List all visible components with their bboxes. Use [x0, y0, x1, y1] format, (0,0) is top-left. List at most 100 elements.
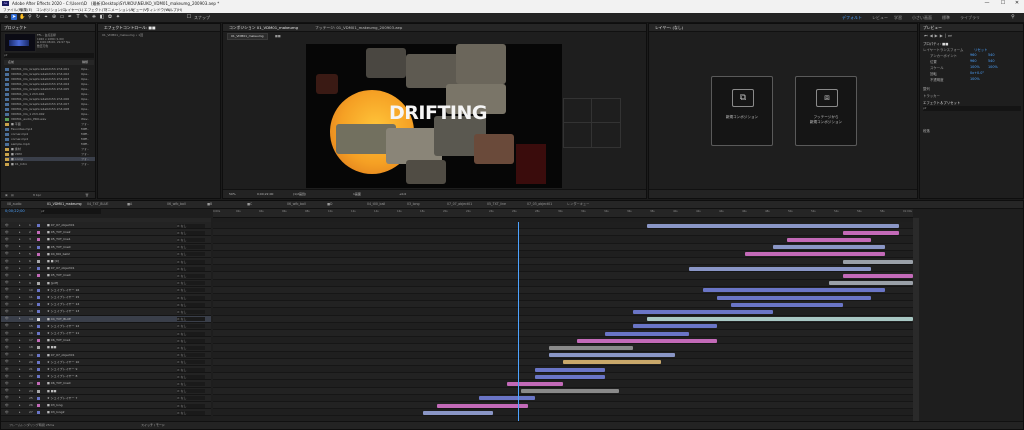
timeline-layer-row[interactable]: 👁 ▸ 19 ■ 07_07_object01 ⊘ なし [1, 351, 211, 359]
tab-timeline-comp[interactable]: ■C [247, 202, 252, 207]
timeline-layer-row[interactable]: 👁 ▸ 23 ■ 06_TXT_line0 ⊘ なし [1, 380, 211, 388]
visibility-eye-icon[interactable]: 👁 [5, 259, 9, 263]
expand-twirl-icon[interactable]: ▸ [19, 244, 21, 248]
parent-link-dropdown[interactable]: ⊘ なし [177, 338, 205, 343]
snap-label[interactable]: スナップ [194, 15, 210, 21]
timeline-search-input[interactable]: ρ▾ [41, 209, 101, 214]
expand-twirl-icon[interactable]: ▸ [19, 302, 21, 306]
layer-name[interactable]: ■ 05_TXT_line2 [47, 229, 71, 236]
expand-twirl-icon[interactable]: ▸ [19, 359, 21, 363]
parent-link-dropdown[interactable]: ⊘ なし [177, 345, 205, 350]
playback-controls[interactable]: ⏮◀▶▶|⏭ [924, 33, 954, 38]
visibility-eye-icon[interactable]: 👁 [5, 338, 9, 342]
expand-twirl-icon[interactable]: ▸ [19, 280, 21, 284]
tab-timeline-comp[interactable]: 04_t00_ball [367, 202, 385, 207]
search-help-icon[interactable]: ⚲ [1010, 14, 1016, 20]
expand-twirl-icon[interactable]: ▸ [19, 381, 21, 385]
label-color-swatch[interactable] [37, 375, 40, 379]
project-item[interactable]: VDM01_CG_Graphics4a0215h 2h3-002 Ope.. [5, 72, 95, 76]
parent-link-dropdown[interactable]: ⊘ なし [177, 353, 205, 358]
timeline-layer-row[interactable]: 👁 ▸ 13 ★ シェイプレイヤー 13 ⊘ なし [1, 308, 211, 316]
visibility-eye-icon[interactable]: 👁 [5, 280, 9, 284]
expand-twirl-icon[interactable]: ▸ [19, 273, 21, 277]
label-color-swatch[interactable] [37, 346, 40, 350]
parent-link-dropdown[interactable]: ⊘ なし [177, 367, 205, 372]
workspace-standard[interactable]: 標準 [942, 15, 950, 21]
tab-timeline-comp[interactable]: ■A [127, 202, 132, 207]
timeline-layer-row[interactable]: 👁 ▸ 27 ■ 03_long2 ⊘ なし [1, 409, 211, 417]
label-color-swatch[interactable] [37, 360, 40, 364]
parent-link-dropdown[interactable]: ⊘ なし [177, 288, 205, 293]
parent-link-dropdown[interactable]: ⊘ なし [177, 410, 205, 415]
parent-link-dropdown[interactable]: ⊘ なし [177, 324, 205, 329]
layer-duration-bar[interactable] [689, 266, 871, 271]
label-color-swatch[interactable] [37, 296, 40, 300]
hand-tool-icon[interactable]: ✋ [19, 14, 25, 20]
visibility-eye-icon[interactable]: 👁 [5, 223, 9, 227]
close-button[interactable]: ✕ [1010, 0, 1024, 7]
workspace-review[interactable]: レビュー [872, 15, 888, 21]
project-item[interactable]: corner.mp4 MPE.. [5, 137, 95, 141]
label-color-swatch[interactable] [37, 368, 40, 372]
parent-link-dropdown[interactable]: ⊘ なし [177, 245, 205, 250]
expand-twirl-icon[interactable]: ▸ [19, 230, 21, 234]
property-value[interactable]: 100% [970, 65, 980, 69]
home-icon[interactable]: ⌂ [3, 14, 9, 20]
tab-composition[interactable]: コンポジション 01_VDM01_makeumg [229, 25, 298, 31]
type-tool-icon[interactable]: T [75, 14, 81, 20]
timeline-layer-row[interactable]: 👁 ▸ 25 ★ シェイプレイヤー 7 ⊘ なし [1, 394, 211, 402]
timeline-layer-row[interactable]: 👁 ▸ 4 ■ 05_TXT_line0 ⊘ なし [1, 243, 211, 251]
puppet-tool-icon[interactable]: ✦ [115, 14, 121, 20]
parent-link-dropdown[interactable]: ⊘ なし [177, 281, 205, 286]
layer-duration-bar[interactable] [773, 245, 885, 250]
tab-tracker[interactable]: トラッカー [923, 93, 940, 98]
label-color-swatch[interactable] [37, 252, 40, 256]
layer-duration-bar[interactable] [535, 367, 605, 372]
tab-timeline-comp[interactable]: 04_TXT_BLUE [87, 202, 108, 207]
layer-name[interactable]: ■ 05_TXT_line0 [47, 244, 71, 251]
property-value[interactable]: 540 [988, 53, 994, 57]
visibility-eye-icon[interactable]: 👁 [5, 381, 9, 385]
layer-name[interactable]: ★ シェイプレイヤー 13 [47, 308, 79, 315]
comp-timecode[interactable]: 0;00;22;00 [257, 192, 273, 196]
expand-twirl-icon[interactable]: ▸ [19, 388, 21, 392]
expand-twirl-icon[interactable]: ▸ [19, 345, 21, 349]
property-value[interactable]: 960 [970, 53, 976, 57]
tab-paragraph[interactable]: 段落 [923, 128, 930, 133]
tab-effect-controls[interactable]: エフェクトコントロール: ■■ [104, 25, 155, 31]
new-folder-icon[interactable]: ▣ [5, 193, 8, 197]
pan-behind-tool-icon[interactable]: ⊕ [51, 14, 57, 20]
brush-tool-icon[interactable]: ✎ [83, 14, 89, 20]
expand-twirl-icon[interactable]: ▸ [19, 331, 21, 335]
workspace-learn[interactable]: 学習 [894, 15, 902, 21]
label-color-swatch[interactable] [37, 339, 40, 343]
workspace-default[interactable]: デフォルト [842, 15, 862, 21]
layer-duration-bar[interactable] [843, 230, 899, 235]
layer-name[interactable]: ■ 03_long2 [47, 409, 65, 416]
expand-twirl-icon[interactable]: ▸ [19, 237, 21, 241]
expand-twirl-icon[interactable]: ▸ [19, 287, 21, 291]
label-color-swatch[interactable] [37, 396, 40, 400]
visibility-eye-icon[interactable]: 👁 [5, 287, 9, 291]
visibility-eye-icon[interactable]: 👁 [5, 309, 9, 313]
expand-twirl-icon[interactable]: ▸ [19, 266, 21, 270]
layer-duration-bar[interactable] [731, 302, 843, 307]
project-item[interactable]: VDM01_CG_Graphics4a0215h 2h3-008 Ope.. [5, 107, 95, 111]
new-comp-icon[interactable]: ▤ [11, 193, 14, 197]
rotate-tool-icon[interactable]: ↻ [35, 14, 41, 20]
parent-link-dropdown[interactable]: ⊘ なし [177, 331, 205, 336]
trash-icon[interactable]: 🗑 [85, 193, 89, 197]
parent-link-dropdown[interactable]: ⊘ なし [177, 403, 205, 408]
visibility-eye-icon[interactable]: 👁 [5, 266, 9, 270]
label-color-swatch[interactable] [37, 281, 40, 285]
tab-timeline-comp[interactable]: 06_wfb_ball [287, 202, 306, 207]
eraser-tool-icon[interactable]: ◧ [99, 14, 105, 20]
zoom-dropdown[interactable]: 50% [229, 192, 236, 196]
camera-tool-icon[interactable]: ⌖ [43, 14, 49, 20]
label-color-swatch[interactable] [37, 260, 40, 264]
selection-tool-icon[interactable]: ➤ [11, 14, 17, 20]
layer-name[interactable]: ■ 05_TXT_line0 [47, 272, 71, 279]
reset-link[interactable]: リセット [974, 47, 988, 52]
timeline-layer-row[interactable]: 👁 ▸ 14 ■ 04_TXT_BLUE ⊘ なし [1, 315, 211, 323]
timeline-layer-row[interactable]: 👁 ▸ 21 ★ シェイプレイヤー 9 ⊘ なし [1, 366, 211, 374]
